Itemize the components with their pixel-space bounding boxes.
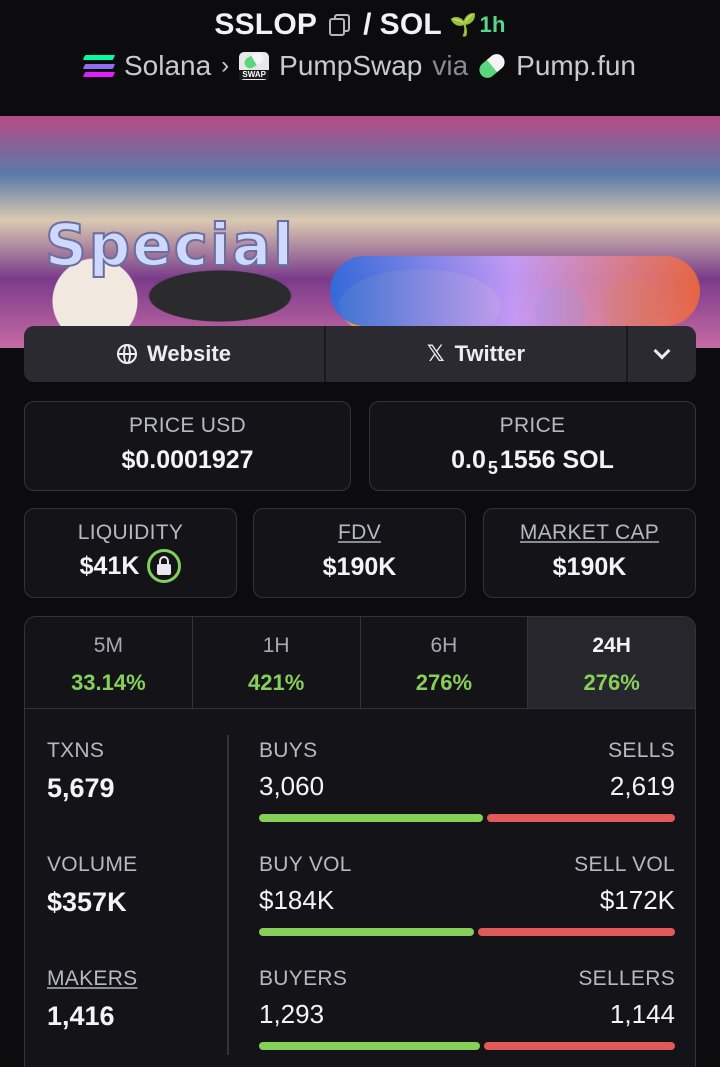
liquidity-value: $41K	[25, 549, 236, 583]
tab-label: 6H	[430, 634, 458, 657]
liquidity-card: LIQUIDITY $41K	[24, 508, 237, 598]
sells-label: SELLS	[608, 739, 675, 762]
token-symbol: SSLOP	[214, 8, 318, 41]
launchpad-link[interactable]: Pump.fun	[516, 50, 636, 82]
fdv-label[interactable]: FDV	[254, 521, 465, 545]
chain-link[interactable]: Solana	[124, 50, 211, 82]
copy-icon[interactable]	[329, 14, 351, 36]
volume-stat: VOLUME $357K	[47, 853, 138, 918]
tab-5m[interactable]: 5M 33.14%	[25, 617, 193, 708]
token-banner-image: Special	[0, 116, 720, 348]
buyers-bar-track	[259, 1042, 675, 1050]
pair-header: SSLOP / SOL 🌱 1h Solana › SWAP PumpSwap …	[0, 0, 720, 110]
pair-separator: /	[363, 8, 372, 41]
market-cap-value: $190K	[552, 553, 627, 581]
dex-link[interactable]: PumpSwap	[279, 50, 422, 82]
twitter-label: Twitter	[454, 341, 526, 366]
price-native-card: PRICE 0.0 5 1556 SOL	[369, 401, 696, 491]
tab-6h[interactable]: 6H 276%	[361, 617, 529, 708]
website-button[interactable]: Website	[24, 326, 326, 382]
buy-vol-label: BUY VOL	[259, 853, 352, 876]
buys-sells-bar	[259, 814, 675, 822]
x-icon: 𝕏	[426, 341, 445, 366]
price-usd-value: $0.0001927	[121, 446, 254, 474]
divider	[227, 735, 229, 1055]
buys-value: 3,060	[259, 771, 325, 801]
buys-bar	[259, 814, 484, 822]
tab-change: 276%	[583, 670, 640, 695]
makers-label[interactable]: MAKERS	[47, 967, 138, 991]
volume-bar	[259, 928, 675, 936]
price-native-value: 0.0 5 1556 SOL	[451, 446, 614, 478]
buys-label: BUYS	[259, 739, 318, 762]
buyers-sellers-stat: BUYERS SELLERS 1,293 1,144	[259, 967, 675, 1050]
price-usd-card: PRICE USD $0.0001927	[24, 401, 351, 491]
sells-bar	[487, 814, 675, 822]
liquidity-label: LIQUIDITY	[77, 521, 184, 544]
buyers-label: BUYERS	[259, 967, 348, 990]
tab-change: 33.14%	[71, 670, 146, 695]
price-usd-label: PRICE USD	[128, 414, 247, 437]
buyers-bar	[259, 1042, 480, 1050]
sellers-bar	[483, 1042, 675, 1050]
market-cap-card[interactable]: MARKET CAP $190K	[483, 508, 696, 598]
website-label: Website	[147, 341, 231, 366]
chevron-down-icon	[653, 342, 671, 360]
sell-vol-label: SELL VOL	[574, 853, 675, 876]
via-label: via	[432, 50, 469, 81]
social-links-bar: Website 𝕏 Twitter	[24, 326, 696, 382]
pair-age: 🌱 1h	[450, 12, 506, 38]
tab-change: 276%	[415, 670, 473, 695]
lock-icon[interactable]	[147, 549, 182, 583]
price-native-label: PRICE	[499, 414, 566, 437]
makers-stat[interactable]: MAKERS 1,416	[47, 967, 138, 1032]
sell-vol-bar	[478, 928, 675, 936]
fdv-card[interactable]: FDV $190K	[253, 508, 466, 598]
buy-vol-value: $184K	[259, 885, 335, 915]
buy-vol-bar	[259, 928, 475, 936]
sprout-icon: 🌱	[449, 12, 478, 37]
globe-icon	[117, 344, 138, 364]
tab-label: 1H	[262, 634, 290, 657]
banner-art-text: Special	[44, 210, 295, 280]
txns-value: 5,679	[47, 773, 115, 803]
pair-title: SSLOP / SOL 🌱 1h	[0, 8, 720, 42]
solana-icon	[82, 55, 116, 77]
fdv-value: $190K	[322, 553, 397, 581]
volume-label: VOLUME	[47, 853, 138, 876]
sellers-label: SELLERS	[578, 967, 675, 990]
chevron-right-icon: ›	[221, 52, 230, 79]
tab-label: 24H	[592, 634, 631, 657]
pumpfun-icon	[476, 50, 509, 82]
timeframe-tabs: 5M 33.14% 1H 421% 6H 276% 24H 276%	[25, 617, 695, 709]
volume-value: $357K	[47, 887, 127, 917]
txns-label: TXNS	[47, 739, 105, 762]
twitter-button[interactable]: 𝕏 Twitter	[326, 326, 628, 382]
buy-sell-volume-stat: BUY VOL SELL VOL $184K $172K	[259, 853, 675, 936]
tab-label: 5M	[93, 634, 123, 657]
tab-change: 421%	[247, 670, 305, 695]
tab-24h[interactable]: 24H 276%	[528, 617, 695, 708]
pair-age-label: 1h	[479, 12, 506, 37]
banner-art	[330, 256, 700, 326]
sells-value: 2,619	[609, 771, 675, 801]
market-cap-label[interactable]: MARKET CAP	[484, 521, 695, 545]
quote-symbol: SOL	[379, 8, 442, 41]
makers-value: 1,416	[47, 1001, 115, 1031]
buys-sells-stat: BUYS SELLS 3,060 2,619	[259, 739, 675, 822]
txns-stat: TXNS 5,679	[47, 739, 115, 804]
sell-vol-value: $172K	[599, 885, 675, 915]
tab-1h[interactable]: 1H 421%	[193, 617, 361, 708]
route-breadcrumb: Solana › SWAP PumpSwap via Pump.fun	[0, 50, 720, 82]
more-links-button[interactable]	[628, 326, 696, 382]
stats-panel: 5M 33.14% 1H 421% 6H 276% 24H 276% TXNS …	[24, 616, 696, 1067]
buyers-value: 1,293	[259, 999, 325, 1029]
sellers-value: 1,144	[609, 999, 675, 1029]
pumpswap-icon: SWAP	[239, 50, 270, 80]
